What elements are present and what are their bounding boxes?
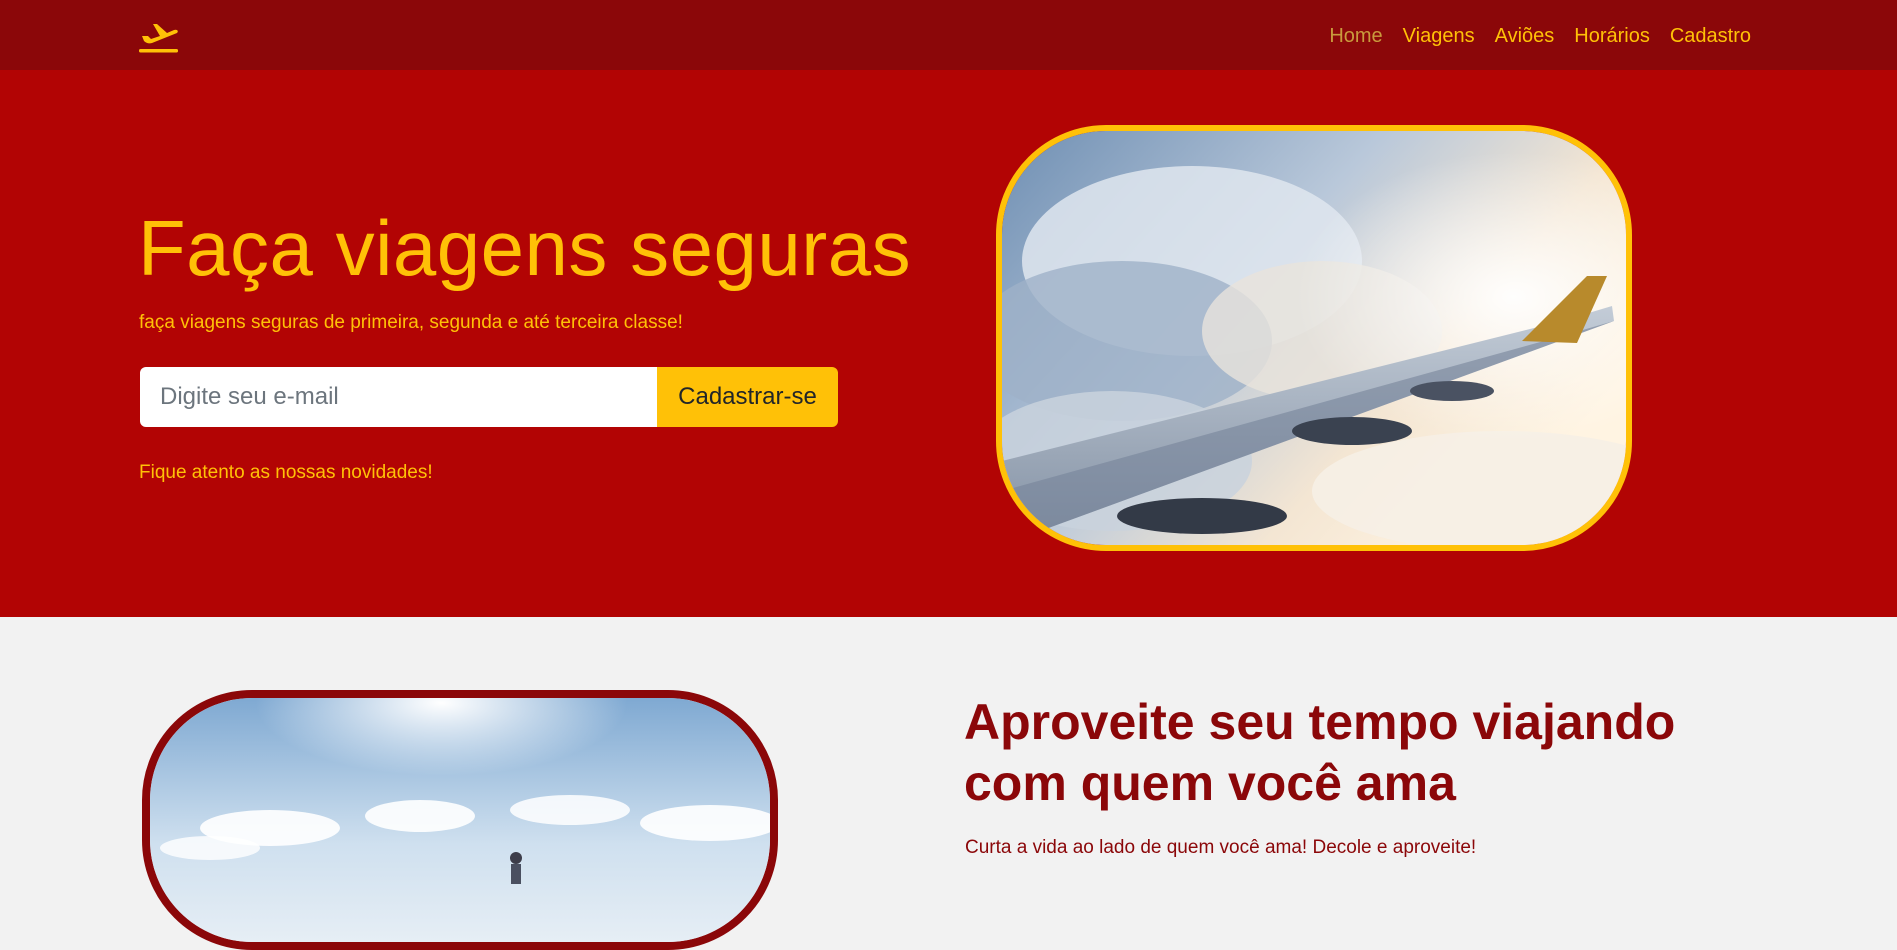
features-section: Aproveite seu tempo viajando com quem vo…: [0, 617, 1897, 950]
nav-link-home[interactable]: Home: [1329, 22, 1382, 50]
navbar: Home Viagens Aviões Horários Cadastro: [0, 0, 1897, 70]
signup-form: Cadastrar-se: [140, 367, 838, 427]
hero-note: Fique atento as nossas novidades!: [139, 462, 433, 483]
features-text: Curta a vida ao lado de quem você ama! D…: [965, 837, 1477, 858]
nav-link-viagens[interactable]: Viagens: [1403, 22, 1475, 50]
email-input[interactable]: [140, 367, 657, 427]
airplane-wing-image: [996, 125, 1632, 551]
nav-link-horarios[interactable]: Horários: [1574, 22, 1650, 50]
signup-button[interactable]: Cadastrar-se: [657, 367, 838, 427]
hero-title: Faça viagens seguras: [138, 204, 912, 292]
nav-links: Home Viagens Aviões Horários Cadastro: [1329, 22, 1751, 50]
hero-subtitle: faça viagens seguras de primeira, segund…: [139, 312, 683, 333]
nav-link-avioes[interactable]: Aviões: [1495, 22, 1555, 50]
plane-departure-icon[interactable]: [138, 20, 180, 54]
couple-travel-image: [142, 690, 778, 950]
features-title: Aproveite seu tempo viajando com quem vo…: [964, 694, 1676, 811]
nav-link-cadastro[interactable]: Cadastro: [1670, 22, 1751, 50]
hero-section: Faça viagens seguras faça viagens segura…: [0, 70, 1897, 617]
